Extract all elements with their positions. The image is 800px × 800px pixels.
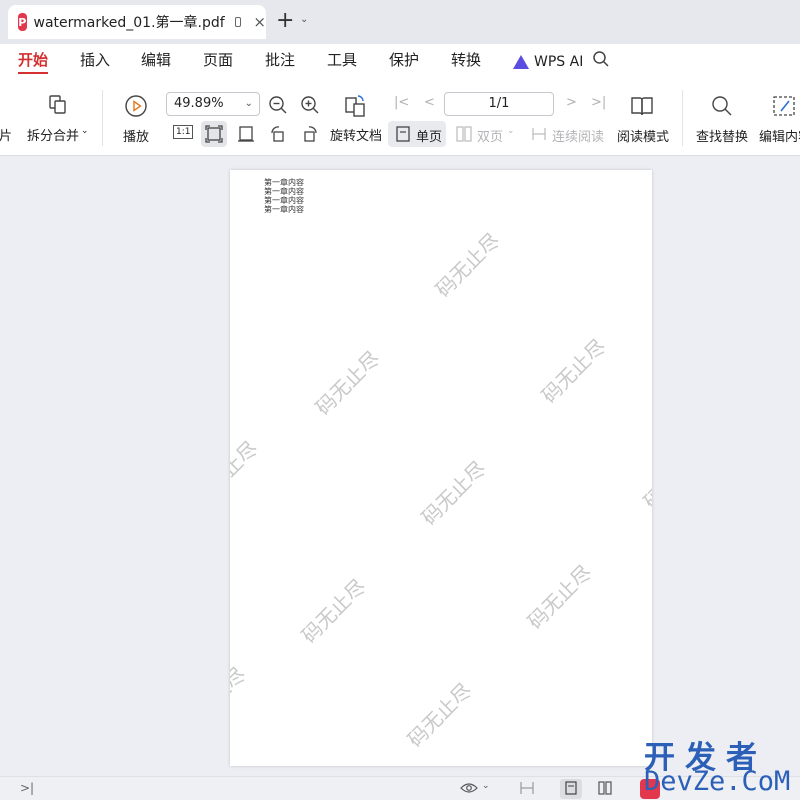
last-page-icon[interactable]: >| [591, 95, 606, 110]
split-merge-dropdown-icon[interactable]: ⌄ [81, 126, 89, 136]
page-text: 第一章内容 第一章内容 第一章内容 第一章内容 [264, 178, 304, 214]
menu-annotate[interactable]: 批注 [265, 50, 295, 74]
pdf-logo-icon: P [18, 13, 27, 31]
play-button[interactable]: 播放 [123, 126, 149, 145]
watermark-text: 码无止尽 [230, 436, 263, 510]
watermark-text: 码无止尽 [648, 209, 652, 286]
fit-page-icon [205, 125, 223, 143]
continuous-read-icon [532, 128, 546, 140]
edit-content-icon[interactable] [772, 94, 796, 118]
menu-page[interactable]: 页面 [203, 50, 233, 74]
document-tab[interactable]: P watermarked_01.第一章.pdf × [8, 5, 266, 39]
double-page-dropdown-icon[interactable]: ⌄ [507, 126, 515, 136]
actual-size-button[interactable]: 1:1 [173, 125, 194, 139]
title-bar: P watermarked_01.第一章.pdf × + ⌄ [0, 0, 800, 44]
watermark-text: 码无止尽 [430, 228, 505, 302]
zoom-value: 49.89% [174, 96, 224, 111]
text-line: 第一章内容 [264, 196, 304, 205]
watermark-text: 码无止尽 [310, 346, 385, 420]
menu-tools[interactable]: 工具 [327, 50, 357, 74]
rotate-document-button[interactable]: 旋转文档 [330, 125, 382, 144]
zoom-select[interactable]: 49.89% ⌄ [166, 92, 260, 116]
eye-icon[interactable] [460, 781, 478, 795]
text-line: 第一章内容 [264, 205, 304, 214]
read-mode-icon[interactable] [630, 94, 654, 118]
continuous-view-icon[interactable] [520, 781, 534, 795]
search-icon[interactable] [592, 50, 610, 68]
close-tab-icon[interactable]: × [253, 13, 266, 31]
window-mode-icon[interactable] [234, 17, 242, 27]
tab-title: watermarked_01.第一章.pdf [33, 15, 225, 31]
watermark-text: 码无止尽 [402, 678, 477, 752]
first-page-icon[interactable]: |< [394, 95, 409, 110]
new-tab-button[interactable]: + [276, 8, 294, 33]
rotate-left-icon[interactable] [269, 125, 287, 143]
split-merge-icon[interactable] [47, 94, 69, 116]
wps-ai-logo-icon [513, 55, 529, 69]
wps-ai-label: WPS AI [534, 54, 584, 70]
watermark-text: 码无止尽 [296, 574, 371, 648]
menu-edit[interactable]: 编辑 [141, 50, 171, 74]
play-icon[interactable] [124, 94, 148, 118]
zoom-out-icon[interactable] [268, 95, 288, 115]
text-line: 第一章内容 [264, 178, 304, 187]
find-replace-icon[interactable] [710, 94, 734, 118]
rotate-right-icon[interactable] [301, 125, 319, 143]
double-view-icon[interactable] [598, 781, 612, 795]
watermark-text: 码无止尽 [230, 662, 251, 736]
single-page-icon [396, 126, 410, 142]
watermark-text: 码无止尽 [638, 440, 652, 514]
pdf-page: 第一章内容 第一章内容 第一章内容 第一章内容 码无止尽 码无止尽 码无止尽 码… [230, 170, 652, 766]
next-page-icon[interactable]: > [566, 95, 577, 110]
split-merge-button[interactable]: 拆分合并 [27, 125, 79, 144]
find-replace-button[interactable]: 查找替换 [696, 126, 748, 145]
fit-width-icon[interactable] [237, 125, 255, 143]
zoom-in-icon[interactable] [300, 95, 320, 115]
text-line: 第一章内容 [264, 187, 304, 196]
menu-bar: 开始 插入 编辑 页面 批注 工具 保护 转换 WPS AI [0, 44, 800, 80]
menu-wps-ai[interactable]: WPS AI [513, 50, 583, 74]
prev-page-icon[interactable]: < [424, 95, 435, 110]
double-page-icon [456, 126, 472, 142]
menu-start[interactable]: 开始 [18, 50, 49, 74]
continuous-read-button[interactable]: 连续阅读 [552, 126, 604, 145]
watermark-text: 码无止尽 [522, 560, 597, 634]
menu-protect[interactable]: 保护 [389, 50, 419, 74]
watermark-text: 码无止尽 [416, 456, 491, 530]
single-page-label: 单页 [416, 130, 443, 145]
rotate-document-icon[interactable] [343, 94, 367, 118]
toolbar: 图片 拆分合并 ⌄ 播放 49.89% ⌄ 1:1 [0, 80, 800, 156]
eye-dropdown-icon[interactable]: ⌄ [482, 781, 490, 791]
chevron-down-icon[interactable]: ⌄ [300, 14, 308, 25]
toolbar-separator [682, 90, 683, 146]
image-button-label[interactable]: 图片 [0, 125, 12, 144]
menu-convert[interactable]: 转换 [451, 50, 481, 74]
menu-insert[interactable]: 插入 [80, 50, 110, 74]
double-page-button[interactable]: 双页 [477, 126, 503, 145]
toolbar-separator [102, 90, 103, 146]
expand-panel-icon[interactable]: >| [20, 781, 34, 795]
read-mode-button[interactable]: 阅读模式 [617, 126, 669, 145]
site-watermark-en: DevZe.CoM [644, 766, 791, 797]
site-watermark: 开发者 DevZe.CoM [640, 732, 800, 798]
single-view-icon [565, 781, 577, 795]
watermark-text: 码无止尽 [536, 334, 611, 408]
edit-content-button[interactable]: 编辑内容 [759, 126, 800, 145]
chevron-down-icon: ⌄ [244, 98, 253, 109]
page-number-input[interactable]: 1/1 [444, 92, 554, 116]
